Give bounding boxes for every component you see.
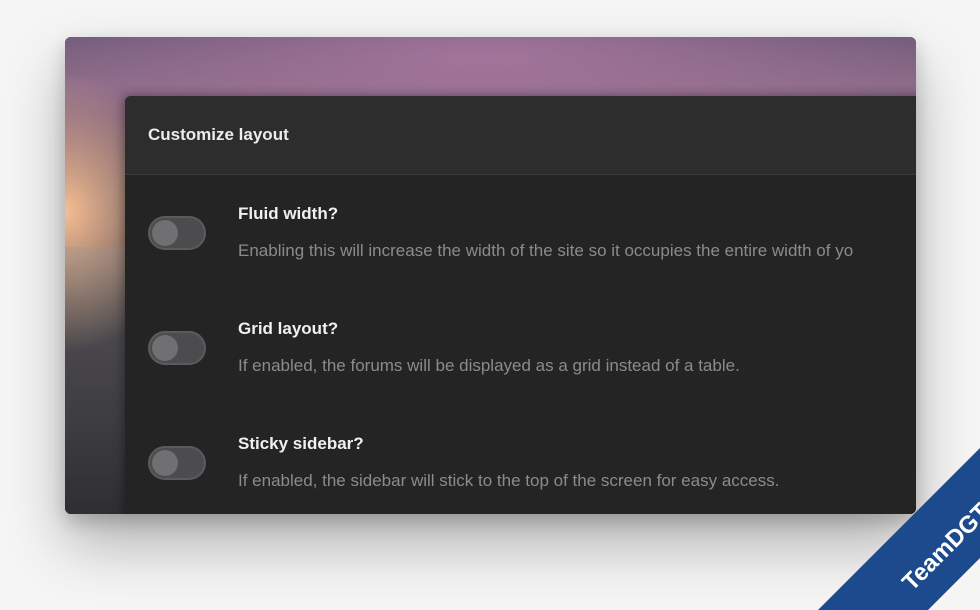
screenshot-stage: Customize layout Fluid width? Enabling t… <box>0 0 980 610</box>
toggle-knob <box>152 220 178 246</box>
option-sticky-sidebar: Sticky sidebar? If enabled, the sidebar … <box>125 426 916 514</box>
option-title: Sticky sidebar? <box>238 434 364 453</box>
option-fluid-width: Fluid width? Enabling this will increase… <box>125 196 916 306</box>
sticky-sidebar-toggle[interactable] <box>148 446 206 480</box>
fluid-width-toggle[interactable] <box>148 216 206 250</box>
panel-header: Customize layout <box>125 96 916 175</box>
toggle-knob <box>152 450 178 476</box>
option-title: Grid layout? <box>238 319 339 338</box>
option-grid-layout: Grid layout? If enabled, the forums will… <box>125 311 916 421</box>
grid-layout-toggle[interactable] <box>148 331 206 365</box>
toggle-knob <box>152 335 178 361</box>
panel-title: Customize layout <box>148 125 289 144</box>
app-window: Customize layout Fluid width? Enabling t… <box>65 37 916 514</box>
option-title: Fluid width? <box>238 204 339 223</box>
option-description: If enabled, the forums will be displayed… <box>238 356 740 375</box>
customize-layout-panel: Customize layout Fluid width? Enabling t… <box>125 96 916 514</box>
option-description: Enabling this will increase the width of… <box>238 241 854 260</box>
option-description: If enabled, the sidebar will stick to th… <box>238 471 780 490</box>
